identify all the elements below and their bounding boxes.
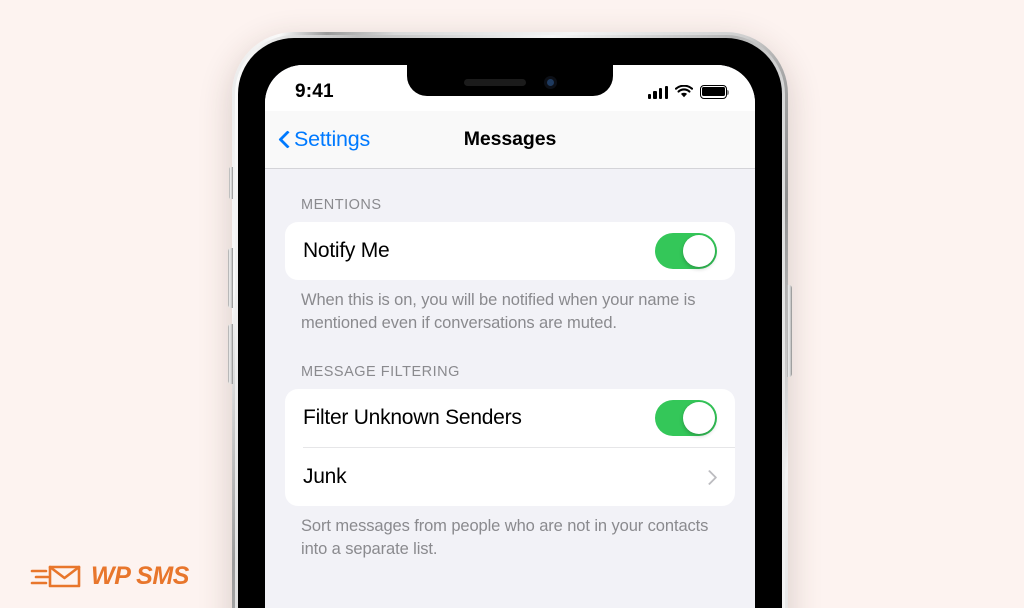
- iphone-mockup: 9:41 Settings Messages MENTIONS Notify M…: [228, 32, 792, 608]
- section-header-message-filtering: MESSAGE FILTERING: [301, 363, 460, 380]
- device-screen: 9:41 Settings Messages MENTIONS Notify M…: [265, 65, 755, 608]
- settings-row-label: Filter Unknown Senders: [303, 405, 522, 429]
- power-button[interactable]: [787, 285, 792, 377]
- chevron-left-icon: [279, 130, 290, 149]
- signal-bars-icon: [647, 85, 668, 99]
- section-card-mentions: Notify Me: [285, 222, 735, 280]
- navigation-bar: Settings Messages: [265, 111, 755, 169]
- volume-down-button[interactable]: [228, 324, 233, 384]
- envelope-speed-icon: [30, 560, 82, 592]
- settings-row-filter-unknown-senders[interactable]: Filter Unknown Senders: [285, 389, 735, 447]
- volume-up-button[interactable]: [228, 248, 233, 308]
- toggle-knob: [683, 235, 715, 267]
- back-button-label: Settings: [294, 127, 371, 151]
- wifi-icon: [674, 84, 694, 99]
- section-card-message-filtering: Filter Unknown Senders Junk: [285, 388, 735, 506]
- battery-icon: [700, 85, 730, 99]
- chevron-right-icon: [706, 468, 717, 486]
- toggle-knob: [683, 401, 715, 434]
- page-canvas: 9:41 Settings Messages MENTIONS Notify M…: [0, 0, 1024, 608]
- silent-switch-button[interactable]: [229, 167, 233, 199]
- settings-list: MENTIONS Notify Me When this is on, you …: [265, 169, 755, 608]
- notify-me-toggle[interactable]: [655, 233, 717, 269]
- wp-sms-logo-text: WP SMS: [91, 561, 190, 590]
- status-bar-indicators: [647, 84, 730, 99]
- settings-row-label: Notify Me: [303, 239, 390, 262]
- section-footnote-message-filtering: Sort messages from people who are not in…: [301, 516, 709, 559]
- settings-row-junk[interactable]: Junk: [285, 448, 735, 506]
- front-camera-icon: [543, 75, 557, 89]
- section-footnote-mentions: When this is on, you will be notified wh…: [301, 291, 696, 333]
- device-notch: [407, 65, 613, 96]
- settings-row-notify-me[interactable]: Notify Me: [285, 222, 735, 280]
- status-bar-time: 9:41: [295, 80, 334, 102]
- earpiece-speaker-icon: [463, 78, 526, 86]
- settings-row-label: Junk: [303, 464, 347, 488]
- section-header-mentions: MENTIONS: [301, 197, 382, 213]
- back-button-settings[interactable]: Settings: [265, 127, 370, 152]
- wp-sms-logo: WP SMS: [30, 560, 189, 592]
- filter-unknown-senders-toggle[interactable]: [655, 399, 717, 436]
